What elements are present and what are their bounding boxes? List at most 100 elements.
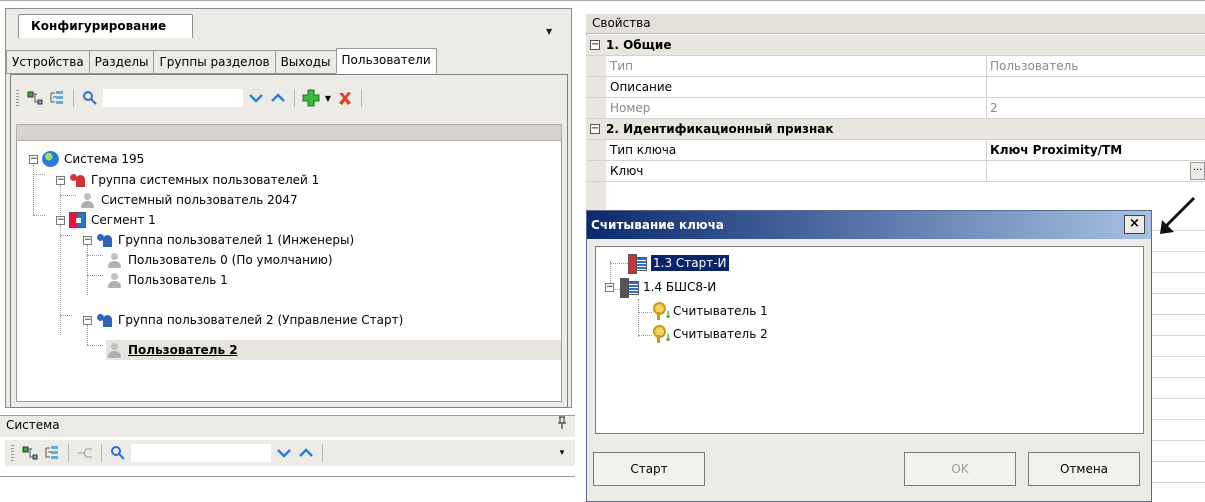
chevron-down-icon[interactable] [275,444,293,462]
dialog-tree-item-bshs8-i[interactable]: − 1.4 БШС8-И [605,277,717,298]
system-panel-title: Система [6,418,60,432]
add-dropdown-arrow-icon[interactable]: ▼ [324,89,332,107]
tree-item-user-group-2[interactable]: − Группа пользователей 2 (Управление Ста… [83,310,403,330]
dialog-tree-item-reader-2[interactable]: ↓ Считыватель 2 [652,324,768,344]
property-category-identification[interactable]: − 2. Идентификационный признак [586,119,1205,140]
link-icon[interactable] [76,444,94,462]
config-tabs: Устройства Разделы Группы разделов Выход… [6,48,437,74]
tree-item-user-0[interactable]: Пользователь 0 (По умолчанию) [106,250,333,270]
expand-all-icon[interactable] [21,444,39,462]
tree-item-label: Сегмент 1 [91,213,156,227]
dialog-tree-item-start-i[interactable]: 1.3 Старт-И [626,253,729,274]
property-key: Номер [610,101,651,115]
toolbar-separator [322,444,323,462]
overflow-icon[interactable]: ▾ [553,444,571,462]
toolbar-separator [294,89,295,107]
tree-item-user-2[interactable]: Пользователь 2 [106,340,561,360]
category-label: 1. Общие [606,38,672,52]
category-label: 2. Идентификационный признак [606,122,834,136]
delete-icon[interactable] [336,89,354,107]
property-row-key[interactable]: Ключ [586,161,1205,182]
tab-users[interactable]: Пользователи [335,48,437,74]
property-category-general[interactable]: − 1. Общие [586,35,1205,56]
tree-item-label: 1.3 Старт-И [651,255,729,271]
system-search-input[interactable] [131,444,271,462]
tree-item-label: 1.4 БШС8-И [643,280,717,294]
property-row-description[interactable]: Описание [586,77,1205,98]
globe-icon [42,151,59,167]
pin-icon[interactable] [557,416,567,433]
property-key: Тип [610,59,633,73]
users-tree: − Система 195 − Группа системных пользов… [16,141,562,402]
property-key: Ключ [610,164,644,178]
property-row-type[interactable]: Тип Пользователь [586,56,1205,77]
system-panel-content [0,476,575,502]
tree-item-label: Системный пользователь 2047 [101,193,298,207]
chevron-down-icon[interactable] [247,89,265,107]
device-icon [618,278,640,298]
property-value[interactable]: Ключ Proximity/TM [990,143,1122,157]
chevron-up-icon[interactable] [269,89,287,107]
collapse-all-icon[interactable] [48,89,66,107]
tree-item-segment[interactable]: − Сегмент 1 [56,210,156,230]
tab-sections[interactable]: Разделы [88,50,154,74]
properties-grid-remainder [1152,210,1205,502]
document-tab-configuration[interactable]: Конфигурирование [18,14,194,38]
tab-outputs[interactable]: Выходы [274,50,336,74]
pointer-arrow-icon [1160,196,1196,234]
user-group-red-icon [69,172,86,188]
key-ellipsis-button[interactable]: ... [1190,162,1205,180]
key-reader-icon: ↓ [652,302,672,321]
property-row-number[interactable]: Номер 2 [586,98,1205,119]
tree-item-label: Считыватель 2 [673,327,768,341]
collapse-toggle-icon[interactable]: − [590,124,600,134]
toolbar-grip[interactable] [11,445,14,461]
toolbar-separator [361,89,362,107]
property-value: 2 [990,101,998,115]
segment-icon [69,212,86,228]
property-row-key-type[interactable]: Тип ключа Ключ Proximity/TM [586,140,1205,161]
search-icon[interactable] [109,444,127,462]
system-panel-header [0,415,575,437]
tree-item-label: Пользователь 0 (По умолчанию) [128,253,333,267]
tree-item-system-user[interactable]: Системный пользователь 2047 [79,190,298,210]
tree-item-label: Считыватель 1 [673,304,768,318]
property-key: Описание [610,80,673,94]
tree-item-system-users-group[interactable]: − Группа системных пользователей 1 [56,170,319,190]
tab-devices[interactable]: Устройства [6,50,89,74]
tree-item-user-1[interactable]: Пользователь 1 [106,270,228,290]
cancel-button[interactable]: Отмена [1028,452,1140,486]
property-value: Пользователь [990,59,1079,73]
chevron-up-icon[interactable] [297,444,315,462]
collapse-toggle-icon[interactable]: − [56,215,65,225]
toolbar-grip[interactable] [16,90,19,106]
ok-button[interactable]: OK [904,452,1016,486]
collapse-toggle-icon[interactable]: − [83,235,92,245]
collapse-toggle-icon[interactable]: − [83,315,92,325]
tab-section-groups[interactable]: Группы разделов [153,50,275,74]
tree-item-user-group-1[interactable]: − Группа пользователей 1 (Инженеры) [83,230,354,250]
start-button[interactable]: Старт [593,452,705,486]
user-icon [79,192,96,208]
add-icon[interactable] [302,89,320,107]
dialog-tree-item-reader-1[interactable]: ↓ Считыватель 1 [652,301,768,321]
filter-bar[interactable] [16,124,562,141]
user-icon [106,252,123,268]
toolbar-separator [68,444,69,462]
user-group-blue-icon [96,312,113,328]
device-icon [626,254,648,274]
search-icon[interactable] [81,89,99,107]
collapse-toggle-icon[interactable]: − [56,175,65,185]
collapse-all-icon[interactable] [43,444,61,462]
collapse-toggle-icon[interactable]: − [590,40,600,50]
close-button[interactable]: × [1124,215,1145,234]
tree-item-system[interactable]: − Система 195 [29,149,144,169]
user-group-blue-icon [96,232,113,248]
toolbar-separator [101,444,102,462]
collapse-toggle-icon[interactable]: − [605,282,614,292]
collapse-toggle-icon[interactable]: − [29,154,38,164]
doc-tab-dropdown-icon[interactable]: ▼ [546,27,552,36]
toolbar-separator [73,89,74,107]
search-input[interactable] [103,89,243,107]
expand-all-icon[interactable] [26,89,44,107]
